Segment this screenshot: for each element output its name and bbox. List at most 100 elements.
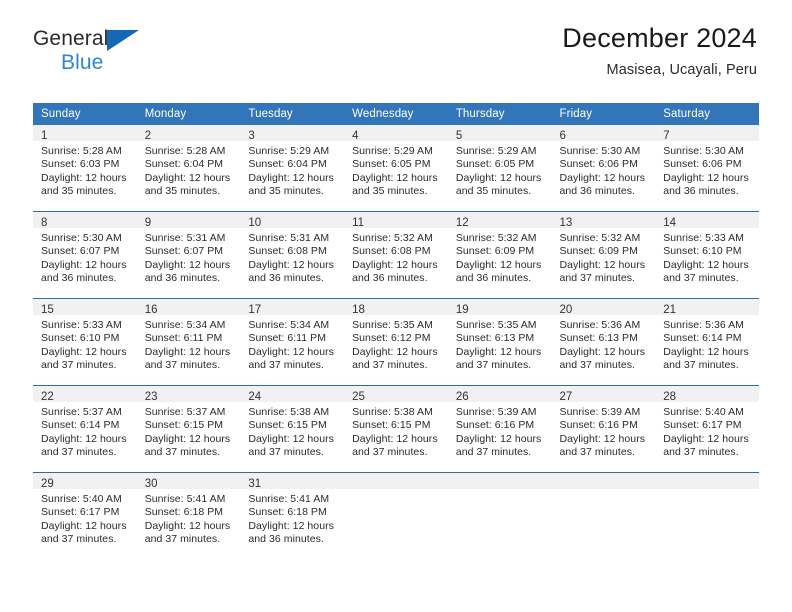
calendar-day-cell[interactable]: 31 Sunrise: 5:41 AM Sunset: 6:18 PM Dayligh… [240,472,345,559]
daylight-duration-line2: and 37 minutes. [144,533,221,546]
daylight-duration-line1: Daylight: 12 hours [352,345,438,358]
calendar-day-cell[interactable]: 26 Sunrise: 5:39 AM Sunset: 6:16 PM Dayligh… [447,385,552,473]
sunset-time: Sunset: 6:15 PM [248,419,327,432]
day-number: 10 [240,212,345,229]
daylight-duration-line1: Daylight: 12 hours [41,519,127,532]
sunset-time: Sunset: 6:14 PM [41,419,120,432]
calendar-day-cell[interactable]: 2 Sunrise: 5:28 AM Sunset: 6:04 PM Daylight… [136,125,241,212]
page-header: General Blue December 2024 Masisea, Ucay… [0,0,792,77]
logo-line-1: General [33,28,233,51]
day-details: Sunrise: 5:41 AM Sunset: 6:18 PM Daylight:… [240,489,344,559]
calendar-day-cell-empty [344,472,448,559]
calendar-day-cell[interactable]: 24 Sunrise: 5:38 AM Sunset: 6:15 PM Dayligh… [240,385,345,473]
calendar-day-cell[interactable]: 18 Sunrise: 5:35 AM Sunset: 6:12 PM Dayligh… [344,298,448,386]
day-number: 27 [551,386,656,403]
daylight-duration-line2: and 37 minutes. [248,446,324,459]
daylight-duration-line2: and 36 minutes. [248,272,324,285]
sunrise-time: Sunrise: 5:33 AM [663,232,744,244]
calendar-day-cell-empty [655,472,759,559]
sunrise-time: Sunrise: 5:32 AM [352,232,433,244]
day-details: Sunrise: 5:33 AM Sunset: 6:10 PM Daylight:… [655,228,759,298]
day-number: 13 [551,212,656,229]
calendar-body: 1 Sunrise: 5:28 AM Sunset: 6:03 PM Daylight… [33,125,759,559]
calendar-day-cell-empty [447,472,552,559]
calendar-day-cell[interactable]: 7 Sunrise: 5:30 AM Sunset: 6:06 PM Daylight… [655,125,759,212]
day-details [448,489,552,559]
day-number: 21 [655,299,759,316]
calendar-day-cell[interactable]: 4 Sunrise: 5:29 AM Sunset: 6:05 PM Daylight… [344,125,448,212]
calendar-day-cell[interactable]: 21 Sunrise: 5:36 AM Sunset: 6:14 PM Dayligh… [655,298,759,386]
calendar-day-cell[interactable]: 9 Sunrise: 5:31 AM Sunset: 6:07 PM Daylight… [136,211,241,299]
day-details: Sunrise: 5:31 AM Sunset: 6:08 PM Daylight:… [240,228,344,298]
day-number [655,473,759,489]
day-number: 6 [551,125,656,142]
day-details [344,489,448,559]
calendar-day-cell[interactable]: 6 Sunrise: 5:30 AM Sunset: 6:06 PM Daylight… [551,125,656,212]
daylight-duration-line1: Daylight: 12 hours [41,345,127,358]
sunrise-time: Sunrise: 5:36 AM [559,319,641,331]
daylight-duration-line1: Daylight: 12 hours [352,171,438,184]
calendar-day-cell[interactable]: 5 Sunrise: 5:29 AM Sunset: 6:05 PM Daylight… [447,125,552,212]
sunset-time: Sunset: 6:07 PM [144,245,224,258]
sunset-time: Sunset: 6:18 PM [248,506,327,519]
daylight-duration-line1: Daylight: 12 hours [559,345,646,358]
calendar-day-cell[interactable]: 19 Sunrise: 5:35 AM Sunset: 6:13 PM Dayligh… [447,298,552,386]
day-details: Sunrise: 5:38 AM Sunset: 6:15 PM Daylight:… [344,402,448,472]
day-details: Sunrise: 5:39 AM Sunset: 6:16 PM Daylight:… [448,402,552,472]
calendar-day-cell[interactable]: 15 Sunrise: 5:33 AM Sunset: 6:10 PM Dayligh… [33,298,137,386]
day-number: 4 [344,125,448,142]
day-number: 11 [344,212,448,229]
day-number: 18 [344,299,448,316]
sunrise-time: Sunrise: 5:28 AM [41,145,122,157]
calendar-day-cell[interactable]: 25 Sunrise: 5:38 AM Sunset: 6:15 PM Dayligh… [344,385,448,473]
calendar-day-cell[interactable]: 13 Sunrise: 5:32 AM Sunset: 6:09 PM Dayligh… [551,211,656,299]
daylight-duration-line2: and 35 minutes. [455,185,532,198]
calendar-day-cell[interactable]: 14 Sunrise: 5:33 AM Sunset: 6:10 PM Dayligh… [655,211,759,299]
calendar-day-cell[interactable]: 11 Sunrise: 5:32 AM Sunset: 6:08 PM Dayligh… [344,211,448,299]
sunrise-time: Sunrise: 5:31 AM [144,232,226,244]
day-number: 5 [447,125,552,142]
calendar-day-cell[interactable]: 16 Sunrise: 5:34 AM Sunset: 6:11 PM Dayligh… [136,298,241,386]
daylight-duration-line2: and 37 minutes. [352,446,428,459]
calendar-day-cell[interactable]: 8 Sunrise: 5:30 AM Sunset: 6:07 PM Daylight… [33,211,137,299]
calendar-day-cell[interactable]: 29 Sunrise: 5:40 AM Sunset: 6:17 PM Dayligh… [33,472,137,559]
sunrise-time: Sunrise: 5:28 AM [144,145,226,157]
sunset-time: Sunset: 6:18 PM [144,506,224,519]
day-number: 29 [33,473,137,490]
day-number: 12 [447,212,552,229]
daylight-duration-line2: and 37 minutes. [663,272,739,285]
daylight-duration-line1: Daylight: 12 hours [352,258,438,271]
calendar-day-cell[interactable]: 1 Sunrise: 5:28 AM Sunset: 6:03 PM Daylight… [33,125,137,212]
daylight-duration-line2: and 37 minutes. [144,359,221,372]
calendar-day-cell[interactable]: 27 Sunrise: 5:39 AM Sunset: 6:16 PM Dayligh… [551,385,656,473]
calendar-day-cell-empty [551,472,656,559]
sunset-time: Sunset: 6:05 PM [352,158,431,171]
daylight-duration-line2: and 36 minutes. [352,272,428,285]
day-number: 26 [447,386,552,403]
sunset-time: Sunset: 6:09 PM [559,245,638,258]
calendar-day-cell[interactable]: 17 Sunrise: 5:34 AM Sunset: 6:11 PM Dayligh… [240,298,345,386]
day-number: 23 [136,386,241,403]
daylight-duration-line2: and 37 minutes. [559,359,635,372]
calendar-day-cell[interactable]: 20 Sunrise: 5:36 AM Sunset: 6:13 PM Dayligh… [551,298,656,386]
calendar-grid: Sunday Monday Tuesday Wednesday Thursday… [33,103,759,559]
calendar-day-cell[interactable]: 3 Sunrise: 5:29 AM Sunset: 6:04 PM Daylight… [240,125,345,212]
calendar-day-cell[interactable]: 22 Sunrise: 5:37 AM Sunset: 6:14 PM Dayligh… [33,385,137,473]
sunrise-time: Sunrise: 5:37 AM [144,406,226,418]
daylight-duration-line1: Daylight: 12 hours [144,258,231,271]
calendar-day-cell[interactable]: 12 Sunrise: 5:32 AM Sunset: 6:09 PM Dayligh… [447,211,552,299]
calendar-day-cell[interactable]: 30 Sunrise: 5:41 AM Sunset: 6:18 PM Dayligh… [136,472,241,559]
daylight-duration-line1: Daylight: 12 hours [248,519,334,532]
daylight-duration-line2: and 37 minutes. [352,359,428,372]
day-number: 30 [136,473,241,490]
calendar-day-cell[interactable]: 10 Sunrise: 5:31 AM Sunset: 6:08 PM Dayligh… [240,211,345,299]
calendar-day-cell[interactable]: 28 Sunrise: 5:40 AM Sunset: 6:17 PM Dayligh… [655,385,759,473]
daylight-duration-line1: Daylight: 12 hours [144,519,231,532]
sunrise-time: Sunrise: 5:37 AM [41,406,122,418]
calendar-day-cell[interactable]: 23 Sunrise: 5:37 AM Sunset: 6:15 PM Dayligh… [136,385,241,473]
day-details [655,489,759,559]
weekday-header-saturday: Saturday [655,103,759,125]
daylight-duration-line2: and 35 minutes. [144,185,221,198]
day-details: Sunrise: 5:32 AM Sunset: 6:08 PM Daylight:… [344,228,448,298]
weekday-header-row: Sunday Monday Tuesday Wednesday Thursday… [33,103,759,125]
